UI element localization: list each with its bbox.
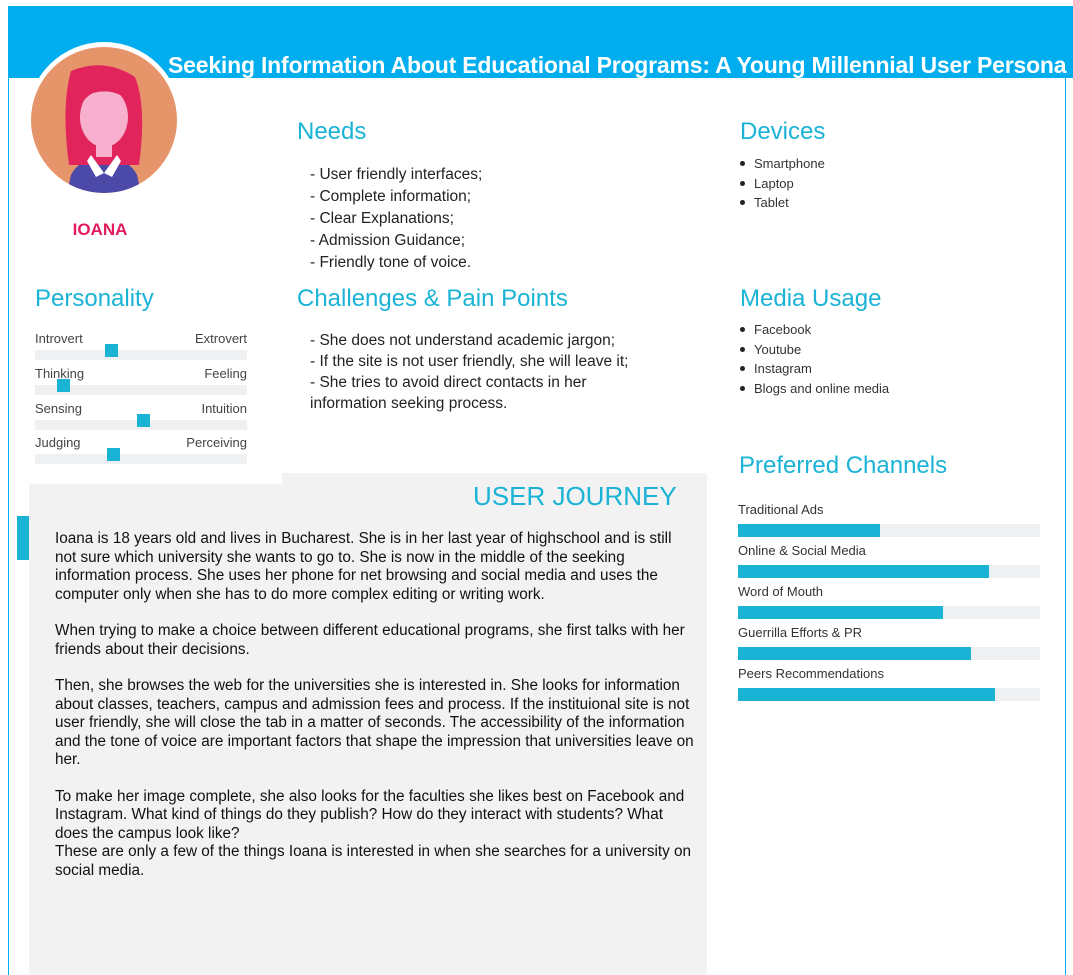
channel-fill	[738, 524, 880, 537]
challenge-item: - She does not understand academic jargo…	[310, 332, 616, 349]
avatar	[31, 47, 177, 193]
channel-fill	[738, 565, 989, 578]
trait-sensing-intuition: Sensing Intuition	[35, 401, 247, 436]
journey-paragraph: To make her image complete, she also loo…	[55, 787, 685, 842]
trait-track	[35, 448, 247, 464]
user-journey-heading: USER JOURNEY	[473, 481, 677, 511]
channel-peers-recommendations: Peers Recommendations	[738, 666, 1040, 707]
persona-name: IOANA	[72, 220, 128, 239]
trait-right-label: Extrovert	[194, 331, 247, 346]
trait-judging-perceiving: Judging Perceiving	[35, 435, 247, 470]
channel-guerrilla-efforts-pr: Guerrilla Efforts & PR	[738, 625, 1040, 666]
media-item: Instagram	[740, 359, 889, 379]
avatar-illustration	[65, 65, 143, 193]
journey-accent-tab	[17, 516, 29, 560]
needs-item: - Friendly tone of voice.	[310, 254, 472, 271]
needs-item: - Admission Guidance;	[310, 232, 466, 249]
trait-right-label: Perceiving	[186, 435, 247, 450]
devices-list: Smartphone Laptop Tablet	[740, 154, 825, 213]
challenge-item: - She tries to avoid direct contacts in …	[310, 374, 587, 391]
challenges-heading: Challenges & Pain Points	[297, 285, 568, 312]
trait-left-label: Introvert	[35, 331, 83, 346]
media-item: Facebook	[740, 320, 889, 340]
challenges-list: - She does not understand academic jargo…	[310, 330, 628, 414]
journey-paragraph: These are only a few of the things Ioana…	[55, 843, 692, 879]
journey-paragraph: Ioana is 18 years old and lives in Bucha…	[55, 530, 672, 603]
needs-list: - User friendly interfaces; - Complete i…	[310, 164, 482, 274]
needs-item: - User friendly interfaces;	[310, 166, 483, 183]
media-item: Youtube	[740, 340, 889, 360]
channel-label: Traditional Ads	[738, 502, 824, 517]
trait-thinking-feeling: Thinking Feeling	[35, 366, 247, 401]
preferred-channels-heading: Preferred Channels	[739, 452, 948, 479]
devices-heading: Devices	[740, 118, 826, 145]
needs-item: - Clear Explanations;	[310, 210, 454, 227]
channel-label: Word of Mouth	[738, 584, 824, 599]
device-item: Tablet	[740, 193, 825, 213]
trait-track	[35, 344, 247, 360]
device-item: Smartphone	[740, 154, 825, 174]
channel-label: Online & Social Media	[738, 543, 866, 558]
channel-label: Guerrilla Efforts & PR	[738, 625, 863, 640]
trait-marker	[137, 414, 151, 427]
channel-track	[738, 524, 1040, 537]
channel-track	[738, 688, 1040, 701]
channel-fill	[738, 606, 944, 619]
challenge-item: - If the site is not user friendly, she …	[310, 353, 629, 370]
media-usage-list: Facebook Youtube Instagram Blogs and onl…	[740, 320, 889, 398]
channel-traditional-ads: Traditional Ads	[738, 502, 1040, 543]
channel-track	[738, 606, 1040, 619]
channel-fill	[738, 688, 995, 701]
challenge-item: information seeking process.	[310, 395, 508, 412]
channel-track	[738, 647, 1040, 660]
needs-heading: Needs	[297, 118, 367, 145]
trait-right-label: Feeling	[204, 366, 247, 381]
channel-fill	[738, 647, 971, 660]
trait-left-label: Judging	[35, 435, 81, 450]
panel-notch	[29, 473, 282, 484]
media-item: Blogs and online media	[740, 379, 889, 399]
trait-track	[35, 414, 247, 430]
journey-paragraph: When trying to make a choice between dif…	[55, 622, 685, 658]
needs-item: - Complete information;	[310, 188, 472, 205]
personality-heading: Personality	[35, 285, 154, 312]
page-title: Seeking Information About Educational Pr…	[168, 52, 1067, 78]
trait-left-label: Sensing	[35, 401, 82, 416]
trait-marker	[107, 448, 121, 461]
trait-right-label: Intuition	[201, 401, 247, 416]
channel-label: Peers Recommendations	[738, 666, 884, 681]
device-item: Laptop	[740, 174, 825, 194]
trait-introvert-extrovert: Introvert Extrovert	[35, 331, 247, 366]
trait-marker	[105, 344, 119, 357]
user-journey-text: Ioana is 18 years old and lives in Bucha…	[55, 530, 695, 898]
journey-paragraph: Then, she browses the web for the univer…	[55, 677, 694, 768]
media-usage-heading: Media Usage	[740, 285, 882, 312]
channel-track	[738, 565, 1040, 578]
channel-online-social-media: Online & Social Media	[738, 543, 1040, 584]
trait-marker	[56, 379, 70, 392]
channel-word-of-mouth: Word of Mouth	[738, 584, 1040, 625]
trait-track	[35, 379, 247, 395]
